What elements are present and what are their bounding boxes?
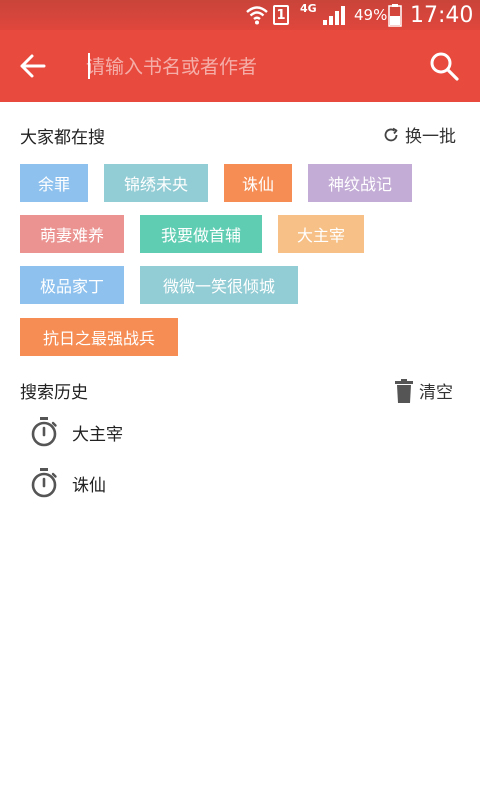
search-history-title: 搜索历史 (20, 383, 88, 403)
text-cursor (88, 53, 90, 79)
hot-tag[interactable]: 我要做首辅 (140, 215, 262, 253)
clock: 17:40 (410, 2, 474, 28)
history-item[interactable]: 诛仙 (30, 461, 450, 505)
stopwatch-icon (31, 468, 57, 498)
search-button[interactable] (424, 46, 464, 86)
history-item-label: 诛仙 (72, 475, 106, 496)
search-icon (430, 52, 459, 81)
hot-tag[interactable]: 大主宰 (278, 215, 364, 253)
refresh-label: 换一批 (405, 127, 456, 147)
hot-tag[interactable]: 极品家丁 (20, 266, 124, 304)
search-input[interactable] (86, 50, 406, 84)
status-bar: 1 4G 49% 17:40 (0, 0, 480, 30)
sim-icon: 1 (273, 0, 289, 30)
arrow-left-icon (20, 54, 46, 78)
sim-number: 1 (273, 5, 289, 25)
header: 1 4G 49% 17:40 (0, 0, 480, 102)
hot-tag[interactable]: 诛仙 (224, 164, 292, 202)
history-item-label: 大主宰 (72, 424, 123, 445)
hot-tag[interactable]: 抗日之最强战兵 (20, 318, 178, 356)
hot-tag[interactable]: 余罪 (20, 164, 88, 202)
refresh-button[interactable]: 换一批 (383, 122, 456, 147)
wifi-icon (245, 0, 269, 30)
hot-tag[interactable]: 萌妻难养 (20, 215, 124, 253)
search-toolbar (0, 30, 480, 102)
history-item[interactable]: 大主宰 (30, 410, 450, 454)
network-type: 4G (300, 1, 317, 15)
hot-tag[interactable]: 微微一笑很倾城 (140, 266, 298, 304)
hot-tag[interactable]: 神纹战记 (308, 164, 412, 202)
stopwatch-icon (31, 417, 57, 447)
battery-percent: 49% (354, 6, 388, 24)
clear-label: 清空 (419, 383, 453, 403)
trash-icon (395, 378, 413, 403)
hot-tag[interactable]: 锦绣未央 (104, 164, 208, 202)
hot-search-title: 大家都在搜 (20, 128, 105, 148)
signal-icon (322, 0, 348, 30)
battery-icon (388, 0, 402, 30)
back-button[interactable] (12, 46, 52, 86)
refresh-icon (384, 127, 398, 141)
clear-history-button[interactable]: 清空 (395, 378, 453, 403)
